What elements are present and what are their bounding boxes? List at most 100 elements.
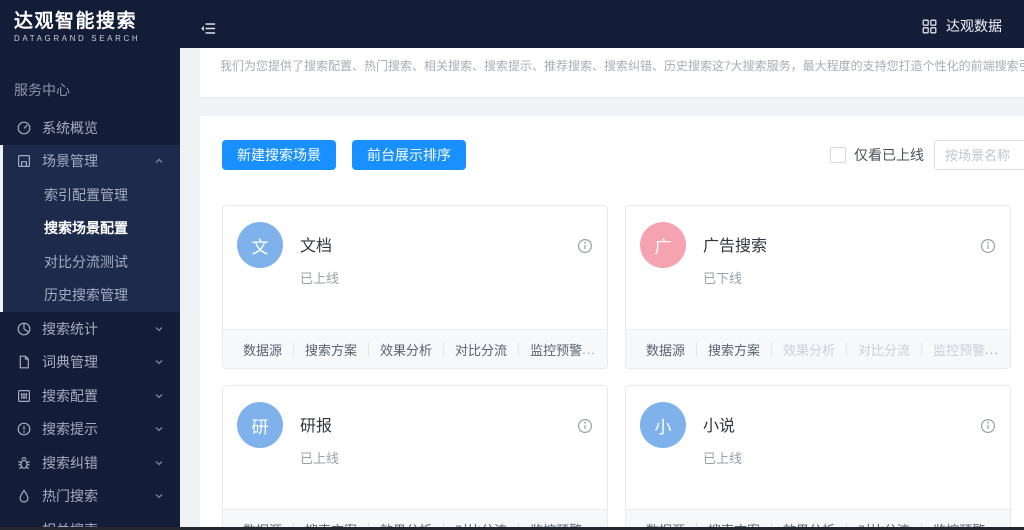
sidebar-item-label: 词典管理 [42, 354, 98, 371]
sidebar-item-label: 搜索提示 [42, 421, 98, 438]
sidebar-item-scene-management[interactable]: 场景管理 [3, 145, 180, 179]
card-footer-link[interactable]: 效果分析 [380, 340, 432, 359]
logo-title: 达观智能搜索 [14, 10, 138, 32]
sidebar-item-search-tips[interactable]: 搜索提示 [0, 413, 180, 447]
info-icon[interactable] [980, 418, 996, 434]
divider [518, 342, 520, 356]
grid-icon [922, 19, 937, 34]
scene-card-footer: 数据源 搜索方案 效果分析 对比分流 监控预警... [223, 329, 607, 368]
card-footer-link[interactable]: 监控预警 [530, 340, 582, 359]
scene-card-info: 研报 已上线 [300, 402, 339, 509]
info-icon[interactable] [577, 418, 593, 434]
bug-icon [16, 455, 32, 471]
toolbar: 新建搜索场景 前台展示排序 仅看已上线 [200, 116, 1024, 170]
logo-subtitle: DATAGRAND SEARCH [14, 33, 141, 43]
scene-avatar: 文 [237, 222, 283, 268]
card-footer-more[interactable]: ... [985, 342, 999, 357]
scene-card-title: 研报 [300, 418, 333, 435]
scene-card-research-report: 研研报已上线数据源搜索方案效果分析对比分流监控预警... [222, 385, 608, 530]
online-only-label: 仅看已上线 [854, 147, 924, 163]
main-panel: 新建搜索场景 前台展示排序 仅看已上线 文文档已上线数据源搜索方案效果分析对比分… [200, 116, 1024, 530]
sidebar-subitem-ab-split-test[interactable]: 对比分流测试 [3, 245, 180, 279]
scene-search-input[interactable] [934, 140, 1024, 170]
scene-card-title: 广告搜索 [703, 238, 768, 255]
alert-icon [16, 421, 32, 437]
scene-card-info: 广告搜索 已下线 [703, 222, 767, 329]
scene-card-title: 文档 [300, 238, 333, 255]
app-window: 达观智能搜索 DATAGRAND SEARCH 达观数据 服务中心 系统概览场景… [0, 0, 1024, 530]
sidebar: 服务中心 系统概览场景管理索引配置管理 搜索场景配置 对比分流测试 历史搜索管理搜索统… [0, 48, 180, 530]
sidebar-item-label: 热门搜索 [42, 488, 98, 505]
sidebar-item-system-overview[interactable]: 系统概览 [0, 111, 180, 145]
scene-icon [16, 153, 32, 169]
sidebar-item-dict-management[interactable]: 词典管理 [0, 346, 180, 380]
sidebar-item-label: 系统概览 [42, 119, 98, 136]
intro-banner: 我们为您提供了搜索配置、热门搜索、相关搜索、搜索提示、推荐搜索、搜索纠错、历史搜… [200, 48, 1024, 98]
info-icon[interactable] [577, 238, 593, 254]
scene-card-body: 广广告搜索已下线 [626, 206, 1010, 329]
menu-fold-icon[interactable] [200, 20, 217, 37]
scene-card-status: 已上线 [300, 451, 340, 466]
card-footer-link[interactable]: 数据源 [243, 340, 282, 359]
card-footer-link[interactable]: 效果分析 [783, 340, 835, 359]
info-icon[interactable] [980, 238, 996, 254]
sidebar-item-label: 搜索纠错 [42, 454, 98, 471]
scene-card-status: 已下线 [703, 271, 743, 286]
card-footer-link[interactable]: 对比分流 [858, 340, 910, 359]
file-icon [16, 354, 32, 370]
sidebar-group-scene-management: 场景管理索引配置管理 搜索场景配置 对比分流测试 历史搜索管理 [0, 144, 180, 313]
scene-cards-grid: 文文档 已上线 数据源 搜索方案 效果分析 对比分流 监控预警... 广广告搜索 已下线 数据源搜… [200, 170, 1024, 530]
divider [771, 342, 773, 356]
scene-card-title: 小说 [703, 418, 736, 435]
scene-card-info: 小说 已上线 [703, 402, 742, 509]
sidebar-item-search-config[interactable]: 搜索配置 [0, 379, 180, 413]
product-link-label: 达观数据 [946, 18, 1002, 34]
sidebar-item-label: 搜索配置 [42, 387, 98, 404]
scene-card-body: 研研报已上线 [223, 386, 607, 509]
scene-card-info: 文档 已上线 [300, 222, 339, 329]
chevron-down-icon [154, 324, 164, 334]
sidebar-group-title: 服务中心 [14, 82, 70, 98]
display-sort-button[interactable]: 前台展示排序 [352, 140, 466, 170]
scene-card-status: 已上线 [703, 451, 743, 466]
divider [368, 342, 370, 356]
card-footer-link[interactable]: 数据源 [646, 340, 685, 359]
scene-avatar: 小 [640, 402, 686, 448]
scene-card-doc: 文文档 已上线 数据源 搜索方案 效果分析 对比分流 监控预警... [222, 205, 608, 369]
divider [696, 342, 698, 356]
sidebar-item-hot-search[interactable]: 热门搜索 [0, 480, 180, 514]
toolbar-right: 仅看已上线 [830, 140, 1024, 170]
sidebar-subitem-history-search[interactable]: 历史搜索管理 [3, 279, 180, 313]
scene-avatar: 研 [237, 402, 283, 448]
drop-icon [16, 488, 32, 504]
card-footer-link[interactable]: 监控预警 [933, 340, 985, 359]
sidebar-item-label: 搜索统计 [42, 320, 98, 337]
sidebar-item-search-stats[interactable]: 搜索统计 [0, 312, 180, 346]
card-footer-link[interactable]: 搜索方案 [708, 340, 760, 359]
sidebar-item-search-correction[interactable]: 搜索纠错 [0, 446, 180, 480]
pie-icon [16, 321, 32, 337]
divider [846, 342, 848, 356]
scene-card-body: 小小说已上线 [626, 386, 1010, 509]
sidebar-subitem-search-scene-config[interactable]: 搜索场景配置 [3, 212, 180, 246]
logo: 达观智能搜索 DATAGRAND SEARCH [0, 10, 180, 43]
online-only-checkbox[interactable] [830, 147, 846, 163]
sidebar-menu: 系统概览场景管理索引配置管理 搜索场景配置 对比分流测试 历史搜索管理搜索统计词典管理… [0, 111, 180, 530]
card-footer-link[interactable]: 搜索方案 [305, 340, 357, 359]
divider [921, 342, 923, 356]
scene-avatar: 广 [640, 222, 686, 268]
chevron-down-icon [154, 491, 164, 501]
sidebar-subitem-index-config[interactable]: 索引配置管理 [3, 178, 180, 212]
card-footer-link[interactable]: 对比分流 [455, 340, 507, 359]
chevron-up-icon [154, 156, 164, 166]
top-bar: 达观智能搜索 DATAGRAND SEARCH 达观数据 [0, 0, 1024, 48]
sidebar-item-label: 场景管理 [42, 153, 98, 170]
scene-card-novel: 小小说已上线数据源搜索方案效果分析对比分流监控预警... [625, 385, 1011, 530]
divider [293, 342, 295, 356]
card-footer-more[interactable]: ... [582, 342, 596, 357]
dashboard-icon [16, 120, 32, 136]
chevron-down-icon [154, 391, 164, 401]
new-scene-button[interactable]: 新建搜索场景 [222, 140, 336, 170]
product-link[interactable]: 达观数据 [922, 16, 1002, 36]
scene-card-body: 文文档 已上线 [223, 206, 607, 329]
